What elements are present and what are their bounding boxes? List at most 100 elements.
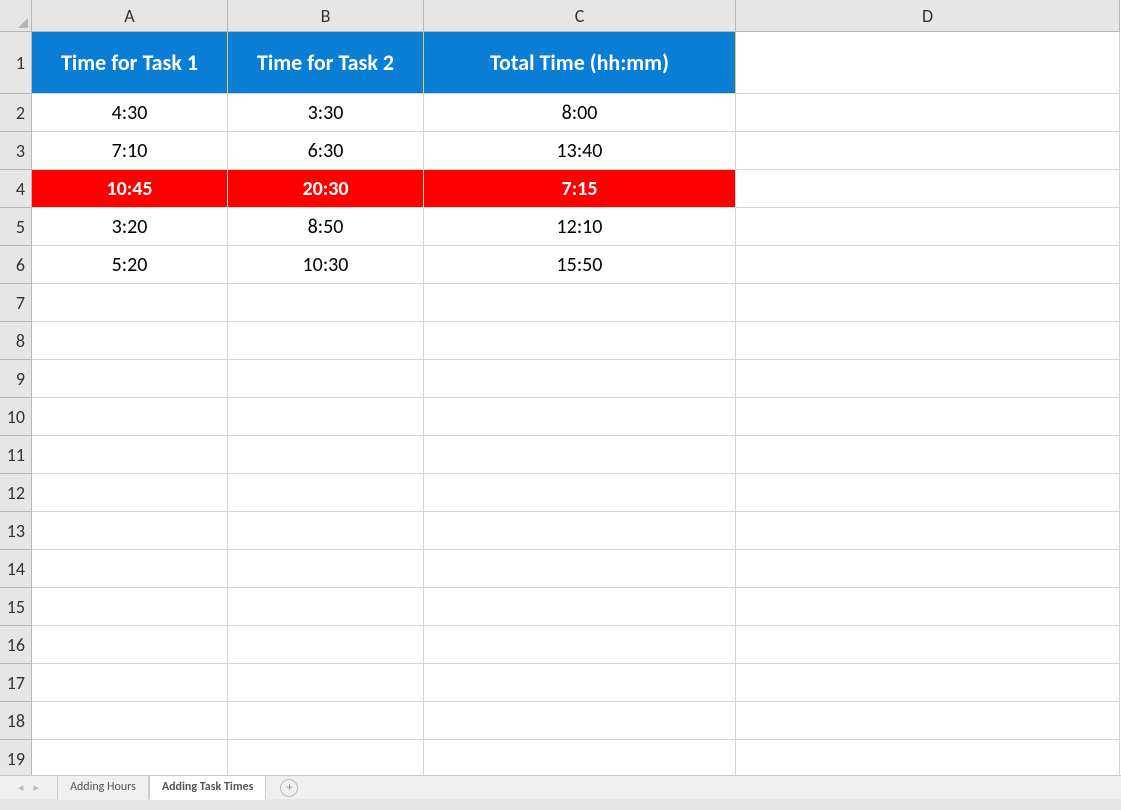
cell-C11[interactable]: [424, 436, 736, 474]
cell-D15[interactable]: [736, 588, 1120, 626]
cell-D12[interactable]: [736, 474, 1120, 512]
cell-B4[interactable]: 20:30: [228, 170, 424, 208]
cell-A4[interactable]: 10:45: [32, 170, 228, 208]
cell-A6[interactable]: 5:20: [32, 246, 228, 284]
cell-B7[interactable]: [228, 284, 424, 322]
new-sheet-button[interactable]: +: [280, 779, 298, 797]
row-header-8[interactable]: 8: [0, 322, 32, 360]
cell-A9[interactable]: [32, 360, 228, 398]
cell-C4[interactable]: 7:15: [424, 170, 736, 208]
cell-A5[interactable]: 3:20: [32, 208, 228, 246]
column-header-A[interactable]: A: [32, 0, 228, 32]
cell-A12[interactable]: [32, 474, 228, 512]
cell-A16[interactable]: [32, 626, 228, 664]
cell-A14[interactable]: [32, 550, 228, 588]
cell-A11[interactable]: [32, 436, 228, 474]
row-header-14[interactable]: 14: [0, 550, 32, 588]
cell-C10[interactable]: [424, 398, 736, 436]
cell-D7[interactable]: [736, 284, 1120, 322]
cell-D11[interactable]: [736, 436, 1120, 474]
cell-A2[interactable]: 4:30: [32, 94, 228, 132]
column-header-D[interactable]: D: [736, 0, 1120, 32]
cell-D2[interactable]: [736, 94, 1120, 132]
cell-C14[interactable]: [424, 550, 736, 588]
cell-C8[interactable]: [424, 322, 736, 360]
cell-D1[interactable]: [736, 32, 1120, 94]
row-header-10[interactable]: 10: [0, 398, 32, 436]
row-header-15[interactable]: 15: [0, 588, 32, 626]
cell-A7[interactable]: [32, 284, 228, 322]
cell-B11[interactable]: [228, 436, 424, 474]
cell-C2[interactable]: 8:00: [424, 94, 736, 132]
cell-D10[interactable]: [736, 398, 1120, 436]
sheet-tab[interactable]: Adding Hours: [57, 776, 149, 800]
cell-D6[interactable]: [736, 246, 1120, 284]
cell-A18[interactable]: [32, 702, 228, 740]
cell-C5[interactable]: 12:10: [424, 208, 736, 246]
cell-B9[interactable]: [228, 360, 424, 398]
cell-B19[interactable]: [228, 740, 424, 778]
cell-C15[interactable]: [424, 588, 736, 626]
cell-C1[interactable]: Total Time (hh:mm): [424, 32, 736, 94]
row-header-7[interactable]: 7: [0, 284, 32, 322]
tab-nav-next-icon[interactable]: ▸: [34, 781, 40, 794]
cell-B1[interactable]: Time for Task 2: [228, 32, 424, 94]
cell-B15[interactable]: [228, 588, 424, 626]
cell-C9[interactable]: [424, 360, 736, 398]
cell-D3[interactable]: [736, 132, 1120, 170]
row-header-9[interactable]: 9: [0, 360, 32, 398]
cell-B8[interactable]: [228, 322, 424, 360]
cell-B13[interactable]: [228, 512, 424, 550]
cell-B5[interactable]: 8:50: [228, 208, 424, 246]
cell-D4[interactable]: [736, 170, 1120, 208]
row-header-2[interactable]: 2: [0, 94, 32, 132]
cell-B14[interactable]: [228, 550, 424, 588]
cell-A13[interactable]: [32, 512, 228, 550]
cell-C6[interactable]: 15:50: [424, 246, 736, 284]
cell-A8[interactable]: [32, 322, 228, 360]
cell-D5[interactable]: [736, 208, 1120, 246]
cell-A1[interactable]: Time for Task 1: [32, 32, 228, 94]
cell-A15[interactable]: [32, 588, 228, 626]
cell-C19[interactable]: [424, 740, 736, 778]
row-header-19[interactable]: 19: [0, 740, 32, 778]
cell-C7[interactable]: [424, 284, 736, 322]
cell-C16[interactable]: [424, 626, 736, 664]
row-header-3[interactable]: 3: [0, 132, 32, 170]
row-header-11[interactable]: 11: [0, 436, 32, 474]
row-header-16[interactable]: 16: [0, 626, 32, 664]
cell-C12[interactable]: [424, 474, 736, 512]
row-header-13[interactable]: 13: [0, 512, 32, 550]
select-all-corner[interactable]: [0, 0, 32, 32]
cell-A19[interactable]: [32, 740, 228, 778]
cell-D9[interactable]: [736, 360, 1120, 398]
cell-A3[interactable]: 7:10: [32, 132, 228, 170]
cell-C17[interactable]: [424, 664, 736, 702]
cell-D19[interactable]: [736, 740, 1120, 778]
row-header-5[interactable]: 5: [0, 208, 32, 246]
cell-C3[interactable]: 13:40: [424, 132, 736, 170]
cell-B3[interactable]: 6:30: [228, 132, 424, 170]
row-header-1[interactable]: 1: [0, 32, 32, 94]
tab-nav-prev-icon[interactable]: ◂: [18, 781, 24, 794]
cell-B17[interactable]: [228, 664, 424, 702]
cell-B18[interactable]: [228, 702, 424, 740]
cell-B10[interactable]: [228, 398, 424, 436]
cell-A10[interactable]: [32, 398, 228, 436]
cell-B16[interactable]: [228, 626, 424, 664]
cell-D13[interactable]: [736, 512, 1120, 550]
sheet-tab[interactable]: Adding Task Times: [149, 776, 267, 800]
cell-C13[interactable]: [424, 512, 736, 550]
row-header-12[interactable]: 12: [0, 474, 32, 512]
cell-A17[interactable]: [32, 664, 228, 702]
cell-D16[interactable]: [736, 626, 1120, 664]
column-header-B[interactable]: B: [228, 0, 424, 32]
cell-D14[interactable]: [736, 550, 1120, 588]
row-header-6[interactable]: 6: [0, 246, 32, 284]
row-header-18[interactable]: 18: [0, 702, 32, 740]
row-header-17[interactable]: 17: [0, 664, 32, 702]
column-header-C[interactable]: C: [424, 0, 736, 32]
cell-B12[interactable]: [228, 474, 424, 512]
cell-C18[interactable]: [424, 702, 736, 740]
cell-B2[interactable]: 3:30: [228, 94, 424, 132]
